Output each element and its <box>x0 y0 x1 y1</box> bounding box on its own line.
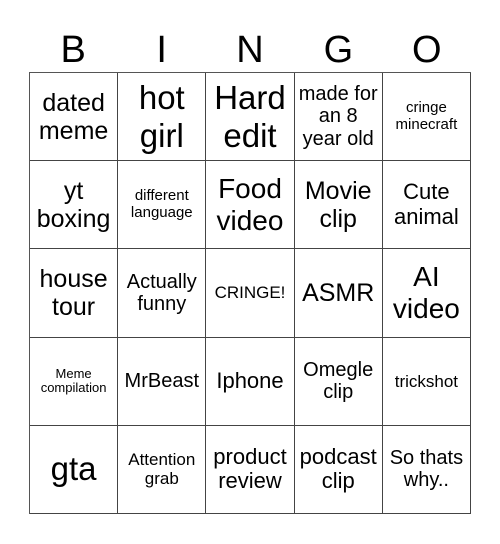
bingo-cell[interactable]: ASMR <box>294 249 383 338</box>
bingo-cell[interactable]: Hard edit <box>206 73 295 162</box>
header-letter-b: B <box>60 29 86 71</box>
bingo-grid: dated meme hot girl Hard edit made for a… <box>29 72 471 514</box>
bingo-cell[interactable]: Movie clip <box>294 161 383 250</box>
bingo-cell[interactable]: house tour <box>30 249 119 338</box>
bingo-cell[interactable]: Actually funny <box>118 249 207 338</box>
bingo-header: B I N G O <box>29 28 471 72</box>
bingo-cell[interactable]: Attention grab <box>118 425 207 514</box>
header-letter-o: O <box>412 29 442 71</box>
bingo-cell[interactable]: trickshot <box>382 337 471 426</box>
bingo-cell[interactable]: yt boxing <box>30 161 119 250</box>
bingo-cell[interactable]: different language <box>118 161 207 250</box>
bingo-cell[interactable]: CRINGE! <box>206 249 295 338</box>
bingo-cell[interactable]: gta <box>30 425 119 514</box>
bingo-cell[interactable]: hot girl <box>118 73 207 162</box>
bingo-cell[interactable]: So thats why.. <box>382 425 471 514</box>
bingo-cell[interactable]: made for an 8 year old <box>294 73 383 162</box>
bingo-cell[interactable]: AI video <box>382 249 471 338</box>
bingo-cell[interactable]: MrBeast <box>118 337 207 426</box>
bingo-cell[interactable]: product review <box>206 425 295 514</box>
header-letter-g: G <box>323 29 354 71</box>
header-letter-i: I <box>156 29 167 71</box>
bingo-cell[interactable]: Cute animal <box>382 161 471 250</box>
bingo-cell[interactable]: Iphone <box>206 337 295 426</box>
header-letter-n: N <box>236 29 264 71</box>
bingo-cell[interactable]: Meme compilation <box>30 337 119 426</box>
bingo-cell[interactable]: podcast clip <box>294 425 383 514</box>
bingo-cell[interactable]: Omegle clip <box>294 337 383 426</box>
bingo-cell[interactable]: cringe minecraft <box>382 73 471 162</box>
bingo-cell[interactable]: dated meme <box>30 73 119 162</box>
bingo-cell[interactable]: Food video <box>206 161 295 250</box>
